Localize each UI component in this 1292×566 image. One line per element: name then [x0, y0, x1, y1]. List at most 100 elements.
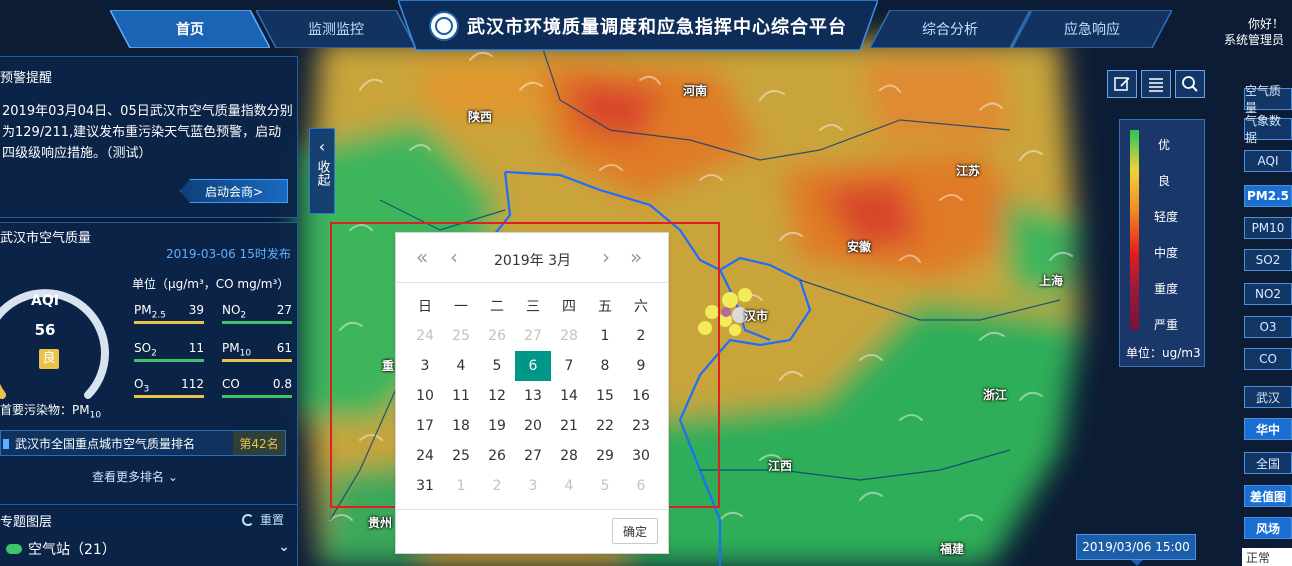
tab-analysis[interactable]: 综合分析: [870, 10, 1030, 48]
calendar-day[interactable]: 26: [479, 321, 515, 351]
side-button[interactable]: 风场: [1244, 517, 1292, 539]
air-station-layer[interactable]: 空气站（21） ⌄: [6, 539, 290, 559]
confirm-button[interactable]: 确定: [612, 518, 658, 544]
calendar-day[interactable]: 10: [407, 381, 443, 411]
calendar-day[interactable]: 9: [623, 351, 659, 381]
side-button[interactable]: 空气质量: [1244, 84, 1292, 115]
prev-month-icon[interactable]: ‹: [450, 247, 458, 267]
calendar-day[interactable]: 8: [587, 351, 623, 381]
search-button[interactable]: [1175, 70, 1205, 98]
platform-screen: 河南 陕西 江苏 安徽 上海 浙江 江西 贵州 福建 汉市 重 首页 监测监控 …: [0, 0, 1292, 566]
side-button[interactable]: 差值图: [1244, 485, 1292, 507]
next-month-icon[interactable]: ›: [602, 247, 610, 267]
tab-emergency[interactable]: 应急响应: [1012, 10, 1172, 48]
more-rank-link[interactable]: 查看更多排名 ⌄: [92, 468, 178, 485]
year-month-label[interactable]: 2019年 3月: [494, 250, 571, 270]
calendar-day[interactable]: 15: [587, 381, 623, 411]
date-picker-footer: 确定: [396, 509, 668, 553]
city-rank-bar[interactable]: 武汉市全国重点城市空气质量排名 第42名: [0, 430, 286, 456]
pollutant-bar: [134, 359, 204, 362]
tab-home[interactable]: 首页: [110, 10, 270, 48]
side-button[interactable]: PM2.5: [1244, 185, 1292, 207]
calendar-day[interactable]: 13: [515, 381, 551, 411]
calendar-day[interactable]: 27: [515, 441, 551, 471]
edit-button[interactable]: [1107, 70, 1137, 98]
side-button[interactable]: CO: [1244, 348, 1292, 370]
legend-unit: 单位：ug/m3: [1126, 346, 1201, 360]
side-button[interactable]: NO2: [1244, 283, 1292, 305]
side-button[interactable]: O3: [1244, 316, 1292, 338]
calendar-day[interactable]: 21: [551, 411, 587, 441]
calendar-day[interactable]: 2: [479, 471, 515, 501]
calendar-day[interactable]: 24: [407, 321, 443, 351]
calendar-day[interactable]: 3: [407, 351, 443, 381]
calendar-day[interactable]: 4: [551, 471, 587, 501]
selected-day[interactable]: 6: [515, 351, 551, 381]
side-button[interactable]: PM10: [1244, 217, 1292, 239]
time-badge[interactable]: 2019/03/06 15:00: [1076, 534, 1196, 566]
tab-analysis-label: 综合分析: [922, 22, 978, 38]
calendar-day[interactable]: 11: [443, 381, 479, 411]
start-consultation-button[interactable]: 启动会商>: [180, 179, 288, 203]
calendar-day[interactable]: 27: [515, 321, 551, 351]
calendar-day[interactable]: 2: [623, 321, 659, 351]
rank-text: 武汉市全国重点城市空气质量排名: [15, 436, 196, 451]
status-select[interactable]: 正常: [1242, 548, 1292, 566]
pollutant-name: O3: [134, 377, 150, 395]
province-label-henan: 河南: [683, 84, 708, 98]
calendar-day[interactable]: 5: [479, 351, 515, 381]
side-button[interactable]: 武汉: [1244, 386, 1292, 408]
province-label-fujian: 福建: [940, 542, 965, 556]
user-info[interactable]: 你好！ 系统管理员: [1224, 16, 1284, 48]
calendar-day[interactable]: 31: [407, 471, 443, 501]
calendar-day[interactable]: 1: [443, 471, 479, 501]
calendar-day[interactable]: 25: [443, 441, 479, 471]
calendar-day[interactable]: 22: [587, 411, 623, 441]
tab-monitoring[interactable]: 监测监控: [256, 10, 416, 48]
calendar-grid: 日一二三四五六 24 25 26 27 28 1 2 3 4 5 6 7 8 9 10 11 12 13 14 15 1…: [407, 291, 659, 501]
calendar-day[interactable]: 6: [623, 471, 659, 501]
next-year-icon[interactable]: »: [630, 247, 642, 267]
calendar-day[interactable]: 12: [479, 381, 515, 411]
calendar-day[interactable]: 5: [587, 471, 623, 501]
side-button[interactable]: 气象数据: [1244, 114, 1292, 145]
calendar-day[interactable]: 30: [623, 441, 659, 471]
calendar-day[interactable]: 14: [551, 381, 587, 411]
list-button[interactable]: [1141, 70, 1171, 98]
calendar-day[interactable]: 18: [443, 411, 479, 441]
date-picker[interactable]: « ‹ 2019年 3月 › » 日一二三四五六 24 25 26 27 28 1 2 3 4 5…: [395, 232, 669, 554]
side-button[interactable]: 全国: [1244, 452, 1292, 474]
calendar-day[interactable]: 16: [623, 381, 659, 411]
calendar-day[interactable]: 7: [551, 351, 587, 381]
province-label-jiangxi: 江西: [768, 459, 793, 473]
prev-year-icon[interactable]: «: [416, 247, 428, 267]
collapse-panel-button[interactable]: ‹ 收起: [309, 128, 335, 214]
calendar-day[interactable]: 28: [551, 321, 587, 351]
calendar-day[interactable]: 3: [515, 471, 551, 501]
calendar-day[interactable]: 29: [587, 441, 623, 471]
side-button[interactable]: SO2: [1244, 249, 1292, 271]
calendar-day[interactable]: 1: [587, 321, 623, 351]
legend-color-bar: [1130, 130, 1139, 330]
weekday-header: 三: [526, 299, 540, 315]
calendar-day[interactable]: 4: [443, 351, 479, 381]
publish-time: 2019-03-06 15时发布: [166, 247, 291, 261]
calendar-day[interactable]: 19: [479, 411, 515, 441]
pollutant-value: 112: [181, 377, 204, 391]
calendar-day[interactable]: 17: [407, 411, 443, 441]
side-button[interactable]: 华中: [1244, 418, 1292, 440]
pollutant-name: PM2.5: [134, 303, 166, 321]
calendar-day[interactable]: 24: [407, 441, 443, 471]
calendar-day[interactable]: 28: [551, 441, 587, 471]
warning-panel: 预警提醒 2019年03月04日、05日武汉市空气质量指数分别为129/211,…: [0, 56, 298, 218]
pollutant-value: 61: [276, 341, 292, 355]
calendar-day[interactable]: 23: [623, 411, 659, 441]
reset-button[interactable]: 重置: [242, 511, 284, 528]
calendar-day[interactable]: 26: [479, 441, 515, 471]
calendar-day[interactable]: 25: [443, 321, 479, 351]
pollutant-name: SO2: [134, 341, 157, 359]
chevron-down-icon[interactable]: ⌄: [278, 539, 290, 555]
calendar-day[interactable]: 6: [515, 351, 551, 381]
side-button[interactable]: AQI: [1244, 150, 1292, 172]
calendar-day[interactable]: 20: [515, 411, 551, 441]
